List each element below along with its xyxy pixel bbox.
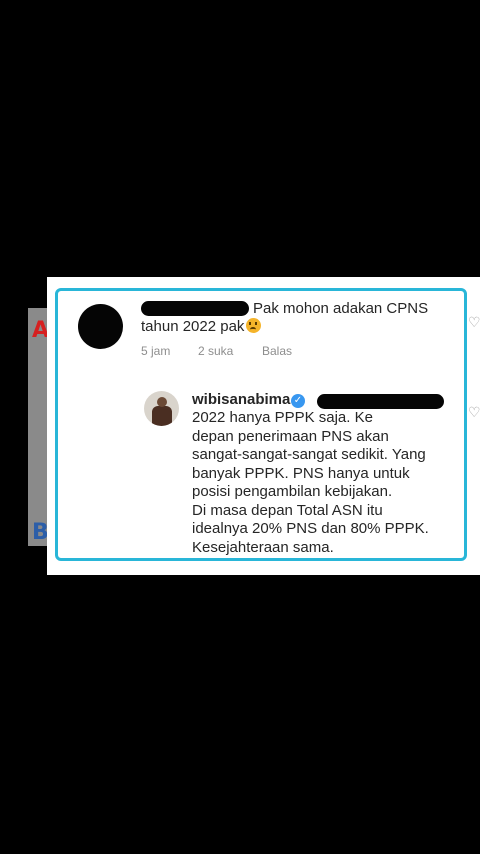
reply-line: Kesejahteraan sama. [192,538,334,556]
replier-avatar[interactable] [144,391,179,426]
reply-line: 2022 hanya PPPK saja. Ke [192,409,373,426]
reply-button[interactable]: Balas [262,344,292,358]
reply-line: depan penerimaan PNS akan [192,427,389,445]
reply-line: posisi pengambilan kebijakan. [192,483,393,500]
avatar-head [157,397,167,407]
avatar-body [152,406,172,426]
comment-text-line1: Pak mohon adakan CPNS [253,300,429,317]
reply-line: sangat-sangat-sangat sedikit. Yang [192,446,426,463]
replier-username[interactable]: wibisanabima [192,391,290,408]
verified-badge-icon: ✓ [291,394,305,408]
like-heart-icon[interactable]: ♡ [468,315,480,331]
comment-screenshot-card: Pak mohon adakan CPNS tahun 2022 pak 5 j… [47,277,480,575]
reply-line: Di masa depan Total ASN itu [192,501,383,519]
commenter-avatar[interactable] [78,304,123,349]
reply-line: idealnya 20% PNS dan 80% PPPK. [192,520,429,537]
reply-line: banyak PPPK. PNS hanya untuk [192,464,410,482]
redacted-username [141,301,249,316]
reply-like-heart-icon[interactable]: ♡ [468,405,480,421]
comment-time: 5 jam [141,344,171,358]
redacted-mention [317,394,444,409]
comment-likes[interactable]: 2 suka [198,344,233,358]
reply-text: 2022 hanya PPPK saja. Ke depan penerimaa… [192,409,429,557]
comment-text-line2: tahun 2022 pak [141,318,262,336]
sad-face-icon [246,318,262,333]
